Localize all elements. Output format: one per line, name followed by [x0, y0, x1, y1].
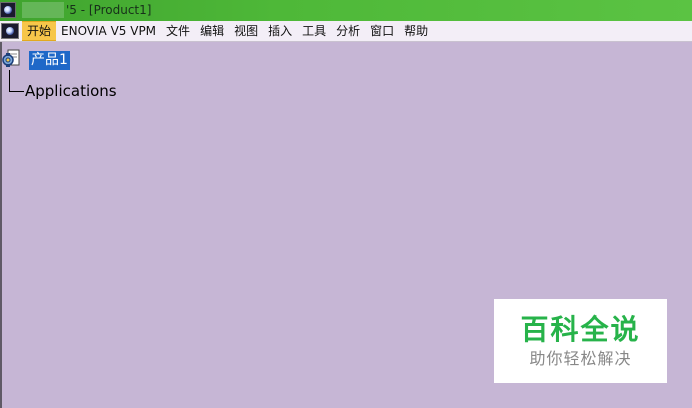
tree-node-applications[interactable]: Applications	[25, 82, 117, 100]
product-gear-icon[interactable]	[2, 49, 20, 69]
menu-item-tools[interactable]: 工具	[297, 21, 331, 41]
title-obscured-region	[22, 2, 64, 18]
workspace-left-border	[0, 42, 2, 408]
menu-item-enovia[interactable]: ENOVIA V5 VPM	[56, 21, 161, 41]
menu-item-insert[interactable]: 插入	[263, 21, 297, 41]
menu-item-help[interactable]: 帮助	[399, 21, 433, 41]
watermark-subtitle: 助你轻松解决	[529, 349, 632, 368]
menu-item-file[interactable]: 文件	[161, 21, 195, 41]
menu-items: 开始 ENOVIA V5 VPM 文件 编辑 视图 插入 工具 分析 窗口 帮助	[22, 21, 433, 41]
menu-bar: 开始 ENOVIA V5 VPM 文件 编辑 视图 插入 工具 分析 窗口 帮助	[0, 21, 692, 42]
tree-connector-line	[9, 70, 24, 92]
window-title: '5 - [Product1]	[66, 3, 152, 17]
menu-item-window[interactable]: 窗口	[365, 21, 399, 41]
document-icon[interactable]	[1, 23, 19, 39]
menu-item-analyze[interactable]: 分析	[331, 21, 365, 41]
menu-item-edit[interactable]: 编辑	[195, 21, 229, 41]
title-bar: '5 - [Product1]	[0, 0, 692, 21]
watermark-logo: 百科全说 助你轻松解决	[494, 299, 667, 383]
watermark-title: 百科全说	[520, 313, 641, 346]
app-icon[interactable]	[0, 2, 16, 18]
menu-item-view[interactable]: 视图	[229, 21, 263, 41]
menu-item-start[interactable]: 开始	[22, 21, 57, 41]
tree-root-product[interactable]: 产品1	[29, 51, 70, 70]
